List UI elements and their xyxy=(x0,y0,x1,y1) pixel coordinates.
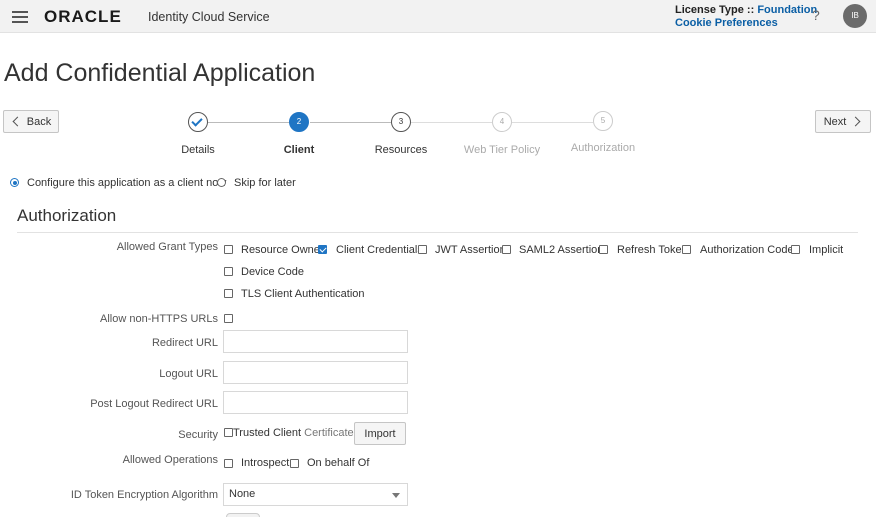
next-label: Next xyxy=(823,115,847,128)
step-3-indicator[interactable]: 3 xyxy=(391,112,411,132)
step-5-indicator: 5 xyxy=(593,111,613,131)
grant-refresh-token-label: Refresh Token xyxy=(617,244,688,256)
id-token-encryption-select[interactable]: None xyxy=(223,483,408,506)
grant-jwt-assertion-label: JWT Assertion xyxy=(435,244,506,256)
step-connector xyxy=(208,122,290,123)
back-label: Back xyxy=(26,115,52,128)
grant-saml2-assertion-label: SAML2 Assertion xyxy=(519,244,604,256)
grant-authorization-code-checkbox[interactable] xyxy=(682,245,691,254)
grant-implicit-label: Implicit xyxy=(809,244,844,256)
allowed-operations-label: Allowed Operations xyxy=(122,454,218,466)
allow-non-https-checkbox[interactable] xyxy=(224,314,233,323)
grant-device-code-checkbox[interactable] xyxy=(224,267,233,276)
toggle-switch[interactable] xyxy=(226,513,260,517)
license-label: License Type :: xyxy=(675,4,758,16)
post-logout-redirect-url-label: Post Logout Redirect URL xyxy=(90,398,218,410)
next-button[interactable]: Next xyxy=(815,110,871,133)
hamburger-menu-icon[interactable] xyxy=(12,11,28,23)
trusted-client-label: Trusted Client Certificate xyxy=(233,427,354,439)
license-type: License Type :: Foundation xyxy=(675,4,817,16)
grant-tls-client-auth-label: TLS Client Authentication xyxy=(241,288,365,300)
caret-down-icon xyxy=(392,493,400,498)
configure-now-radio[interactable] xyxy=(10,178,19,187)
service-name: Identity Cloud Service xyxy=(148,10,270,24)
skip-for-later-label: Skip for later xyxy=(234,177,296,189)
help-icon[interactable]: ? xyxy=(812,7,820,23)
logout-url-label: Logout URL xyxy=(159,368,218,380)
redirect-url-input[interactable] xyxy=(223,330,408,353)
grant-saml2-assertion-checkbox[interactable] xyxy=(502,245,511,254)
grant-jwt-assertion-checkbox[interactable] xyxy=(418,245,427,254)
step-connector xyxy=(512,122,593,123)
trusted-client-text: Trusted Client xyxy=(233,427,302,439)
step-label-authorization: Authorization xyxy=(570,142,636,154)
logout-url-input[interactable] xyxy=(223,361,408,384)
chevron-right-icon xyxy=(850,116,861,127)
grant-client-credentials-label: Client Credentials xyxy=(336,244,423,256)
on-behalf-of-checkbox[interactable] xyxy=(290,459,299,468)
checkmark-icon xyxy=(191,115,203,127)
import-button[interactable]: Import xyxy=(354,422,406,445)
top-header: ORACLE Identity Cloud Service License Ty… xyxy=(0,0,876,33)
redirect-url-label: Redirect URL xyxy=(151,337,218,349)
grant-implicit-checkbox[interactable] xyxy=(791,245,800,254)
grant-resource-owner-label: Resource Owner xyxy=(241,244,324,256)
step-2-indicator[interactable]: 2 xyxy=(289,112,309,132)
section-divider xyxy=(17,232,858,233)
id-token-encryption-label: ID Token Encryption Algorithm xyxy=(70,489,218,501)
grant-client-credentials-checkbox[interactable] xyxy=(318,245,327,254)
grant-device-code-label: Device Code xyxy=(241,266,304,278)
grant-authorization-code-label: Authorization Code xyxy=(700,244,794,256)
authorization-heading: Authorization xyxy=(17,206,117,225)
step-connector xyxy=(411,122,492,123)
back-button[interactable]: Back xyxy=(3,110,59,133)
step-label-resources[interactable]: Resources xyxy=(351,144,451,156)
step-label-details[interactable]: Details xyxy=(148,144,248,156)
grant-types-label: Allowed Grant Types xyxy=(116,241,218,253)
oracle-logo: ORACLE xyxy=(44,7,122,26)
skip-for-later-radio[interactable] xyxy=(217,178,226,187)
step-4-indicator: 4 xyxy=(492,112,512,132)
grant-refresh-token-checkbox[interactable] xyxy=(599,245,608,254)
post-logout-redirect-url-input[interactable] xyxy=(223,391,408,414)
security-label: Security xyxy=(178,429,218,441)
user-avatar[interactable]: IB xyxy=(843,4,867,28)
configure-now-label: Configure this application as a client n… xyxy=(27,177,227,189)
trusted-client-checkbox[interactable] xyxy=(224,428,233,437)
grant-resource-owner-checkbox[interactable] xyxy=(224,245,233,254)
certificate-text: Certificate xyxy=(304,427,354,439)
step-label-client[interactable]: Client xyxy=(249,144,349,156)
introspect-label: Introspect xyxy=(241,457,290,469)
id-token-encryption-value: None xyxy=(229,488,256,500)
step-connector xyxy=(310,122,391,123)
step-1-indicator[interactable] xyxy=(188,112,208,132)
on-behalf-of-label: On behalf Of xyxy=(307,457,370,469)
step-label-web-tier-policy: Web Tier Policy xyxy=(463,144,541,156)
page-title: Add Confidential Application xyxy=(4,59,316,87)
introspect-checkbox[interactable] xyxy=(224,459,233,468)
chevron-left-icon xyxy=(12,116,23,127)
cookie-preferences-link[interactable]: Cookie Preferences xyxy=(675,17,778,29)
grant-tls-client-auth-checkbox[interactable] xyxy=(224,289,233,298)
allow-non-https-label: Allow non-HTTPS URLs xyxy=(100,313,218,325)
license-value: Foundation xyxy=(757,4,818,16)
